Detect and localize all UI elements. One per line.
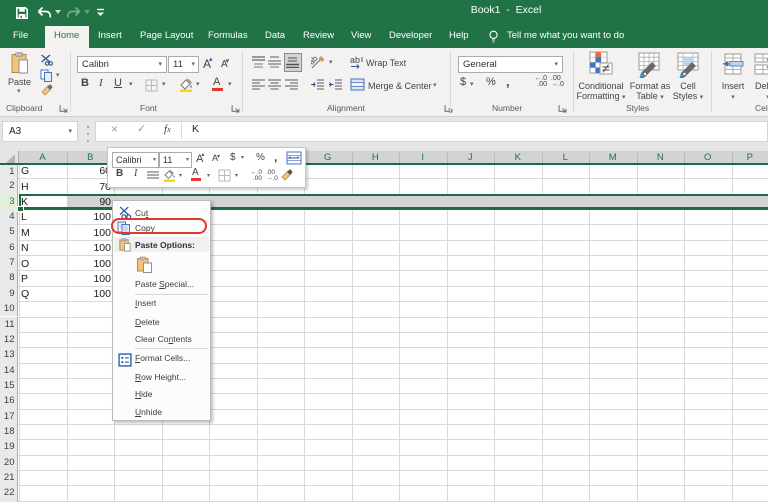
svg-text:ab: ab [350, 55, 360, 65]
